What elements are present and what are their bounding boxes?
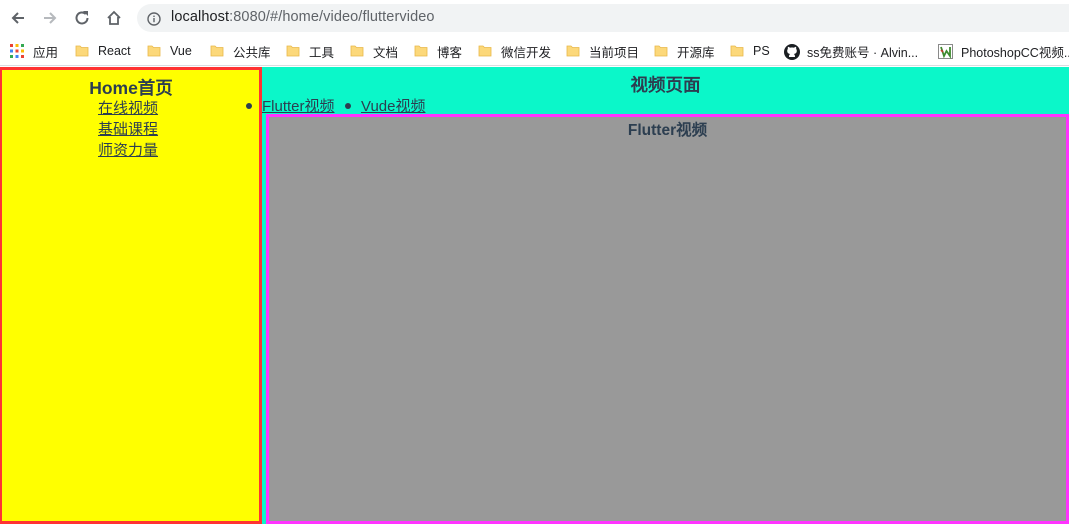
bookmark-blog[interactable]: 博客 <box>414 43 463 60</box>
bookmark-common-libs[interactable]: 公共库 <box>210 43 271 60</box>
tab-vude-video-item: Vude视频 <box>345 95 425 116</box>
bookmark-react[interactable]: React <box>75 43 131 59</box>
tab-flutter-video-item: Flutter视频 <box>246 95 335 116</box>
url-host: localhost <box>171 9 230 25</box>
folder-icon <box>566 44 580 58</box>
photoshop-icon <box>938 44 953 59</box>
home-title: Home首页 <box>89 78 173 98</box>
address-bar[interactable]: localhost:8080/#/home/video/fluttervideo <box>137 4 1069 32</box>
back-arrow-icon[interactable] <box>5 6 31 30</box>
forward-arrow-icon[interactable] <box>37 6 63 30</box>
home-icon[interactable] <box>101 6 127 30</box>
info-icon[interactable] <box>147 11 161 26</box>
tab-flutter-video[interactable]: Flutter视频 <box>262 95 335 116</box>
reload-icon[interactable] <box>69 6 95 30</box>
folder-icon <box>654 44 668 58</box>
video-content-panel: Flutter视频 <box>266 114 1069 524</box>
bookmark-label: 微信开发 <box>501 45 552 60</box>
bookmark-label: 应用 <box>33 45 59 60</box>
video-content-title: Flutter视频 <box>627 122 708 139</box>
video-page: 视频页面 Flutter视频 Vude视频 Flutter视频 <box>246 67 1069 524</box>
url-path: :8080/#/home/video/fluttervideo <box>229 9 435 25</box>
bookmark-label: React <box>98 44 131 58</box>
bookmark-photoshopcc-video[interactable]: PhotoshopCC视频... <box>938 43 1069 60</box>
video-tabs: Flutter视频 Vude视频 <box>246 95 1069 116</box>
bookmark-wechat-dev[interactable]: 微信开发 <box>478 43 552 60</box>
bookmark-label: ss免费账号 · Alvin... <box>807 45 919 60</box>
bookmark-label: 工具 <box>309 45 335 60</box>
folder-icon <box>414 44 428 58</box>
bookmark-tools[interactable]: 工具 <box>286 43 335 60</box>
bookmark-apps[interactable]: 应用 <box>10 43 59 60</box>
bookmarks-bar: 应用 React Vue 公共库 工具 文档 博客 微信开发 当前项目 开源库 … <box>0 36 1069 66</box>
folder-icon <box>478 44 492 58</box>
url-text[interactable]: localhost:8080/#/home/video/fluttervideo <box>171 9 435 25</box>
bullet-icon <box>246 102 252 109</box>
home-nav: 在线视频 基础课程 师资力量 <box>98 98 158 161</box>
folder-icon <box>75 44 89 58</box>
bookmark-label: PS <box>753 44 770 58</box>
home-sidebar: Home首页 在线视频 基础课程 师资力量 <box>0 67 262 524</box>
folder-icon <box>147 44 161 58</box>
tab-vude-video[interactable]: Vude视频 <box>361 95 425 116</box>
bookmark-docs[interactable]: 文档 <box>350 43 399 60</box>
bookmark-ss-free-account[interactable]: ss免费账号 · Alvin... <box>784 43 919 60</box>
folder-icon <box>210 44 224 58</box>
nav-link-faculty[interactable]: 师资力量 <box>98 140 158 161</box>
page-content: Home首页 在线视频 基础课程 师资力量 视频页面 Flutter视频 Vud… <box>0 67 1069 524</box>
bookmark-label: 公共库 <box>233 45 271 60</box>
bullet-icon <box>345 102 351 109</box>
folder-icon <box>730 44 744 58</box>
bookmark-label: 博客 <box>437 45 463 60</box>
bookmark-label: 当前项目 <box>589 45 640 60</box>
bookmark-current-project[interactable]: 当前项目 <box>566 43 640 60</box>
bookmark-label: PhotoshopCC视频... <box>961 45 1069 60</box>
bookmark-label: 开源库 <box>677 45 715 60</box>
bookmark-vue[interactable]: Vue <box>147 43 192 59</box>
browser-toolbar: localhost:8080/#/home/video/fluttervideo <box>0 0 1069 36</box>
folder-icon <box>350 44 364 58</box>
bookmark-ps[interactable]: PS <box>730 43 770 59</box>
apps-grid-icon <box>10 44 24 58</box>
nav-link-basic-courses[interactable]: 基础课程 <box>98 119 158 140</box>
folder-icon <box>286 44 300 58</box>
nav-link-online-video[interactable]: 在线视频 <box>98 98 158 119</box>
video-page-title: 视频页面 <box>630 75 701 95</box>
bookmark-open-source[interactable]: 开源库 <box>654 43 715 60</box>
bookmark-label: 文档 <box>373 45 399 60</box>
github-icon <box>784 44 800 60</box>
bookmark-label: Vue <box>170 44 192 58</box>
